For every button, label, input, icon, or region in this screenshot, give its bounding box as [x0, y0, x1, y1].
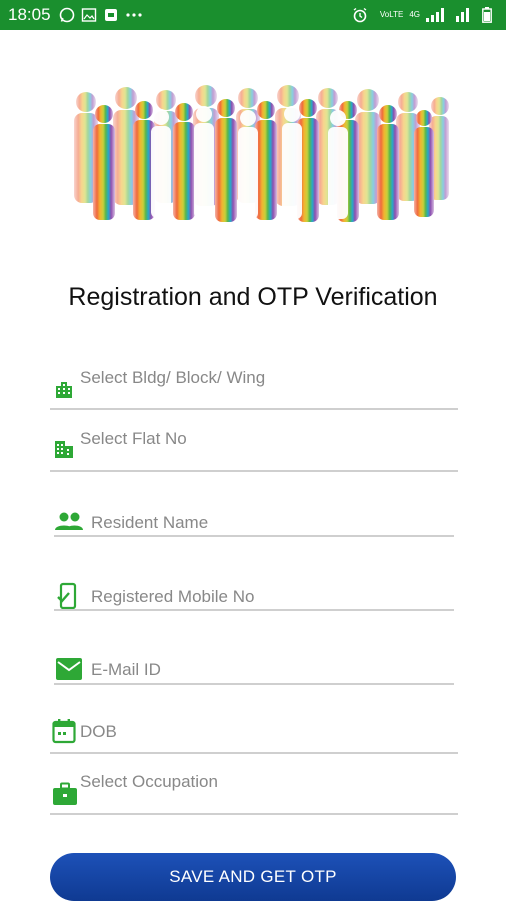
more-dots-icon [125, 12, 143, 18]
email-input[interactable]: E-Mail ID [54, 653, 454, 687]
signal-icon-2 [456, 8, 470, 22]
battery-icon [482, 7, 492, 23]
occupation-select[interactable]: Select Occupation [50, 770, 458, 818]
mobile-underline [54, 609, 454, 611]
dob-input[interactable]: DOB [50, 716, 458, 756]
occupation-underline [50, 813, 458, 815]
dob-underline [50, 752, 458, 754]
bldg-underline [50, 408, 458, 410]
status-time: 18:05 [8, 5, 51, 24]
gallery-icon [81, 7, 97, 23]
flat-placeholder: Select Flat No [80, 429, 187, 448]
volte-label: VoLTE [379, 10, 404, 19]
bldg-select[interactable]: Select Bldg/ Block/ Wing [50, 365, 458, 413]
crowd-banner-image [74, 85, 449, 222]
flat-select[interactable]: Select Flat No [50, 427, 458, 475]
occupation-placeholder: Select Occupation [80, 772, 218, 791]
signal-icon [426, 8, 444, 22]
building-icon [52, 377, 76, 406]
save-and-get-otp-button[interactable]: SAVE AND GET OTP [50, 853, 456, 901]
people-icon [54, 511, 84, 538]
apartment-icon [52, 437, 76, 466]
android-notification-icon [103, 7, 119, 23]
resident-name-input[interactable]: Resident Name [54, 508, 454, 542]
email-icon [56, 658, 82, 685]
page-title: Registration and OTP Verification [68, 283, 438, 311]
whatsapp-icon [59, 7, 75, 23]
mobile-input[interactable]: Registered Mobile No [54, 580, 454, 614]
alarm-icon [352, 7, 368, 23]
email-underline [54, 683, 454, 685]
calendar-icon [52, 718, 76, 749]
bldg-placeholder: Select Bldg/ Block/ Wing [80, 368, 266, 387]
dob-placeholder: DOB [80, 722, 117, 741]
resident-name-placeholder: Resident Name [91, 513, 209, 532]
resident-name-underline [54, 535, 454, 537]
briefcase-icon [52, 782, 78, 811]
mobile-placeholder: Registered Mobile No [91, 587, 255, 606]
flat-underline [50, 470, 458, 472]
status-bar: 18:05 VoLTE 4G [0, 0, 506, 30]
4g-label: 4G [409, 10, 420, 19]
email-placeholder: E-Mail ID [91, 660, 161, 679]
